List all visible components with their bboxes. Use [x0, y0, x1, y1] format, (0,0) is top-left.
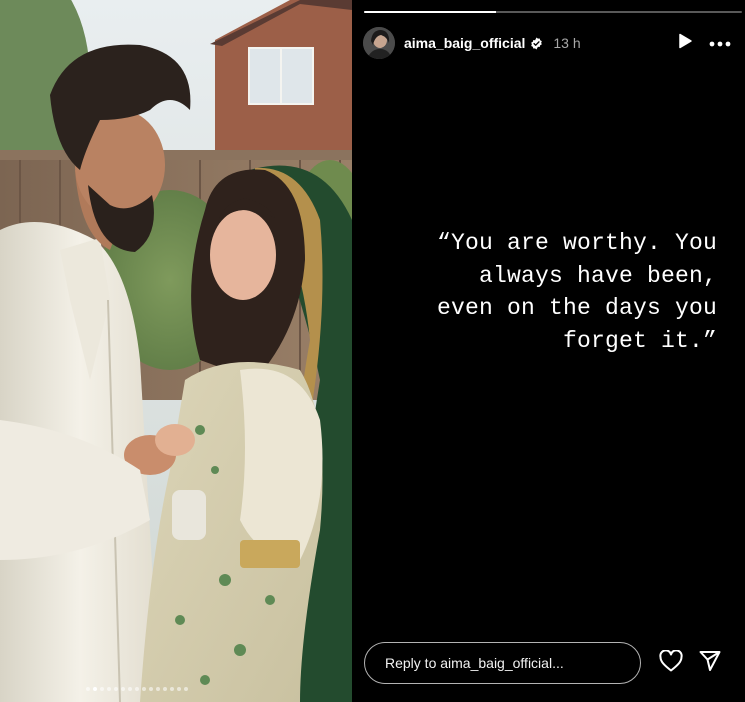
- carousel-dot[interactable]: [93, 687, 97, 691]
- story-header: aima_baig_official 13 h: [363, 27, 733, 59]
- story-photo[interactable]: [0, 0, 352, 702]
- story-viewer[interactable]: aima_baig_official 13 h “You are worthy.…: [352, 0, 745, 702]
- more-options-icon[interactable]: [709, 34, 731, 52]
- reply-bar: [364, 641, 740, 685]
- carousel-dot[interactable]: [170, 687, 174, 691]
- carousel-dot[interactable]: [156, 687, 160, 691]
- story-quote-text: “You are worthy. You always have been, e…: [436, 230, 717, 354]
- reply-input[interactable]: [364, 642, 641, 684]
- story-header-actions: [677, 33, 731, 54]
- reply-actions: [659, 648, 721, 677]
- carousel-dot[interactable]: [114, 687, 118, 691]
- username[interactable]: aima_baig_official: [404, 35, 525, 51]
- carousel-dot[interactable]: [128, 687, 132, 691]
- play-icon[interactable]: [677, 33, 693, 54]
- carousel-dot[interactable]: [100, 687, 104, 691]
- avatar-image: [363, 27, 395, 59]
- carousel-dot[interactable]: [149, 687, 153, 691]
- carousel-dot[interactable]: [107, 687, 111, 691]
- carousel-indicator: [86, 687, 188, 691]
- heart-icon[interactable]: [659, 648, 683, 677]
- progress-fill: [364, 11, 497, 13]
- carousel-dot[interactable]: [142, 687, 146, 691]
- story-timestamp: 13 h: [553, 35, 581, 51]
- carousel-dot[interactable]: [135, 687, 139, 691]
- verified-badge-icon: [530, 37, 543, 50]
- carousel-dot[interactable]: [86, 687, 90, 691]
- avatar[interactable]: [363, 27, 395, 59]
- story-progress-bar: [364, 11, 742, 13]
- carousel-dot[interactable]: [184, 687, 188, 691]
- progress-segment: [364, 11, 742, 13]
- carousel-dot[interactable]: [163, 687, 167, 691]
- send-icon[interactable]: [699, 650, 721, 677]
- carousel-dot[interactable]: [177, 687, 181, 691]
- couple-photo: [0, 0, 352, 702]
- carousel-dot[interactable]: [121, 687, 125, 691]
